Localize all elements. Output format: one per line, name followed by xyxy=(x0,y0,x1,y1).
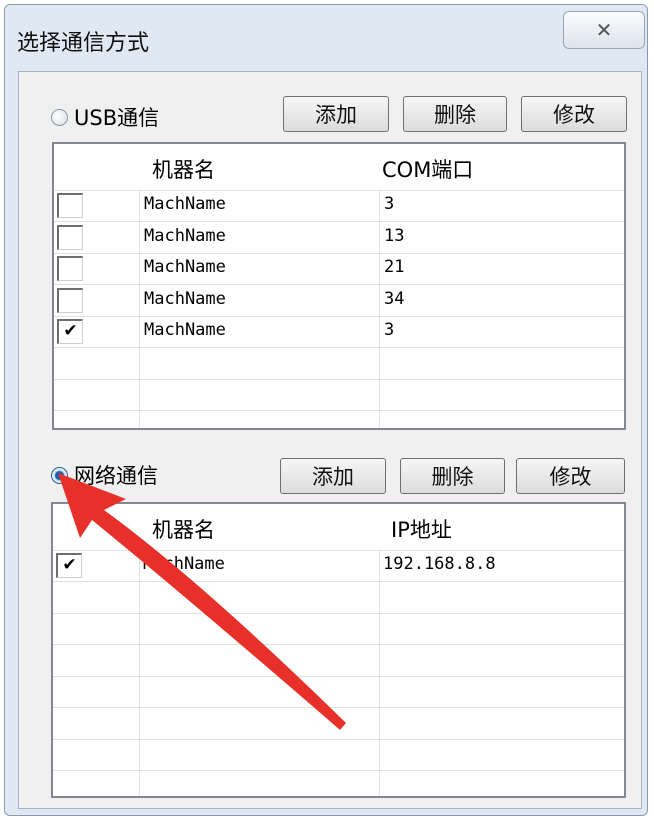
annotation-arrow xyxy=(58,473,346,730)
